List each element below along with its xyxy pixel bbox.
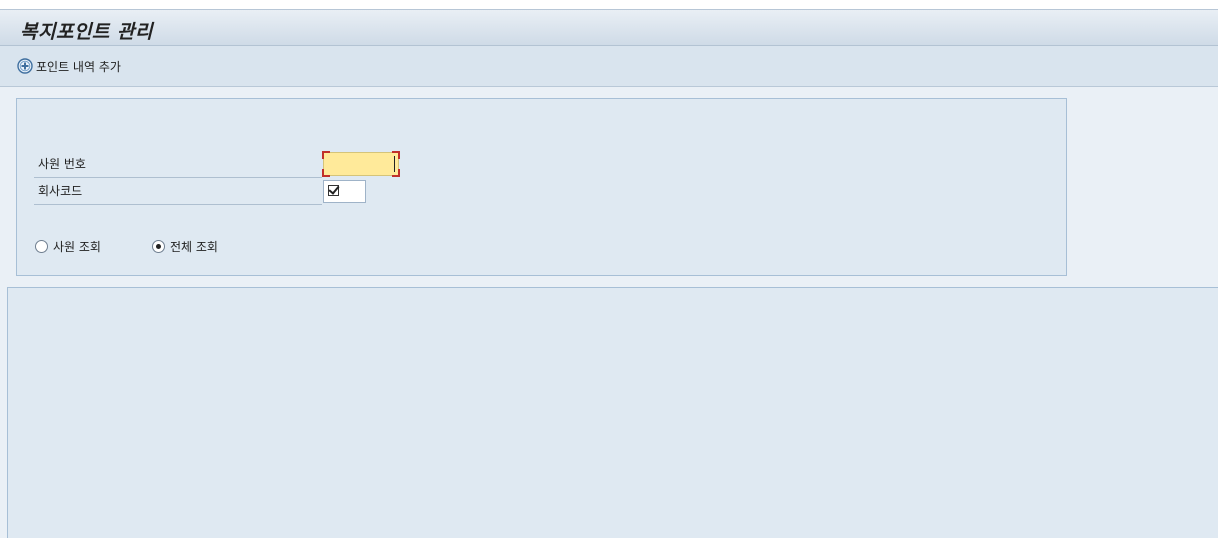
employee-number-row: 사원 번호 [34, 151, 322, 178]
radio-employee-search-label: 사원 조회 [53, 239, 101, 254]
window-top-strip [0, 0, 1218, 9]
radio-button[interactable] [152, 239, 165, 253]
radio-employee-search[interactable]: 사원 조회 [35, 237, 101, 255]
company-code-label: 회사코드 [38, 184, 83, 198]
employee-number-input[interactable] [322, 151, 400, 177]
application-toolbar: 포인트 내역 추가 [0, 46, 1218, 87]
add-point-history-label: 포인트 내역 추가 [36, 59, 121, 74]
required-marker [322, 169, 330, 177]
company-code-row: 회사코드 [34, 178, 322, 205]
radio-button[interactable] [35, 239, 48, 253]
text-cursor [394, 156, 395, 172]
selection-panel: 사원 번호 회사코드 사원 조회 전체 조회 [16, 98, 1067, 276]
add-point-history-button[interactable]: 포인트 내역 추가 [17, 56, 121, 76]
company-code-checkbox[interactable] [328, 185, 339, 196]
page-title: 복지포인트 관리 [20, 21, 153, 43]
title-bar: 복지포인트 관리 [0, 9, 1218, 46]
employee-number-label: 사원 번호 [38, 157, 86, 171]
radio-all-search[interactable]: 전체 조회 [152, 237, 218, 255]
result-area [7, 287, 1218, 538]
company-code-field[interactable] [323, 180, 366, 203]
required-marker [322, 151, 330, 159]
add-circle-icon [17, 58, 33, 74]
radio-all-search-label: 전체 조회 [170, 239, 218, 254]
